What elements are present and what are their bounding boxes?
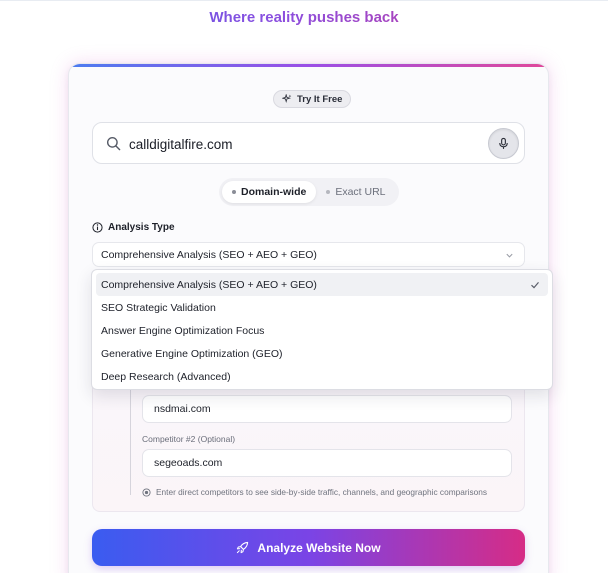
page-headline: Where reality pushes back — [0, 9, 608, 26]
analysis-option-seo[interactable]: SEO Strategic Validation — [96, 296, 548, 319]
try-free-badge: Try It Free — [273, 90, 352, 108]
analysis-type-dropdown: Comprehensive Analysis (SEO + AEO + GEO)… — [91, 269, 553, 390]
info-icon — [92, 222, 103, 233]
competitor-2-label: Competitor #2 (Optional) — [142, 434, 236, 444]
badge-label: Try It Free — [297, 93, 343, 105]
domain-input[interactable] — [129, 134, 469, 154]
analysis-option-deep-research[interactable]: Deep Research (Advanced) — [96, 365, 548, 388]
voice-input-button[interactable] — [488, 128, 519, 159]
analysis-type-label: Analysis Type — [92, 222, 175, 233]
target-icon — [142, 487, 151, 497]
scope-toggle: Domain-wide Exact URL — [219, 178, 399, 206]
option-label: SEO Strategic Validation — [101, 301, 216, 314]
analysis-option-comprehensive[interactable]: Comprehensive Analysis (SEO + AEO + GEO) — [96, 273, 548, 296]
checkmark-icon — [531, 282, 539, 289]
option-label: Generative Engine Optimization (GEO) — [101, 347, 283, 360]
inactive-dot — [326, 190, 331, 194]
analyze-website-button[interactable]: Analyze Website Now — [92, 529, 525, 566]
option-label: Deep Research (Advanced) — [101, 370, 231, 383]
rocket-icon — [237, 541, 249, 554]
search-icon — [106, 136, 121, 151]
analysis-option-geo[interactable]: Generative Engine Optimization (GEO) — [96, 342, 548, 365]
competitor-1-input[interactable] — [142, 395, 512, 423]
competitor-2-input[interactable] — [142, 449, 512, 477]
top-divider — [0, 0, 608, 1]
competitors-hint-text: Enter direct competitors to see side-by-… — [156, 487, 487, 497]
option-label: Comprehensive Analysis (SEO + AEO + GEO) — [101, 278, 317, 291]
microphone-icon — [499, 137, 508, 149]
scope-option-exact-url[interactable]: Exact URL — [316, 181, 395, 203]
chevron-down-icon — [506, 253, 513, 258]
scope-option-domain-wide[interactable]: Domain-wide — [222, 181, 317, 203]
competitors-hint: Enter direct competitors to see side-by-… — [142, 487, 487, 497]
analyze-button-label: Analyze Website Now — [257, 540, 381, 555]
scope-option-label: Domain-wide — [241, 186, 307, 198]
analysis-type-select[interactable]: Comprehensive Analysis (SEO + AEO + GEO) — [92, 242, 525, 267]
analysis-option-aeo[interactable]: Answer Engine Optimization Focus — [96, 319, 548, 342]
active-dot — [232, 190, 236, 194]
search-box — [92, 122, 525, 164]
option-label: Answer Engine Optimization Focus — [101, 324, 265, 337]
scope-option-label: Exact URL — [335, 186, 386, 198]
analysis-type-text: Analysis Type — [108, 222, 175, 233]
selected-analysis-type: Comprehensive Analysis (SEO + AEO + GEO) — [101, 248, 317, 261]
sparkle-icon — [282, 94, 292, 103]
